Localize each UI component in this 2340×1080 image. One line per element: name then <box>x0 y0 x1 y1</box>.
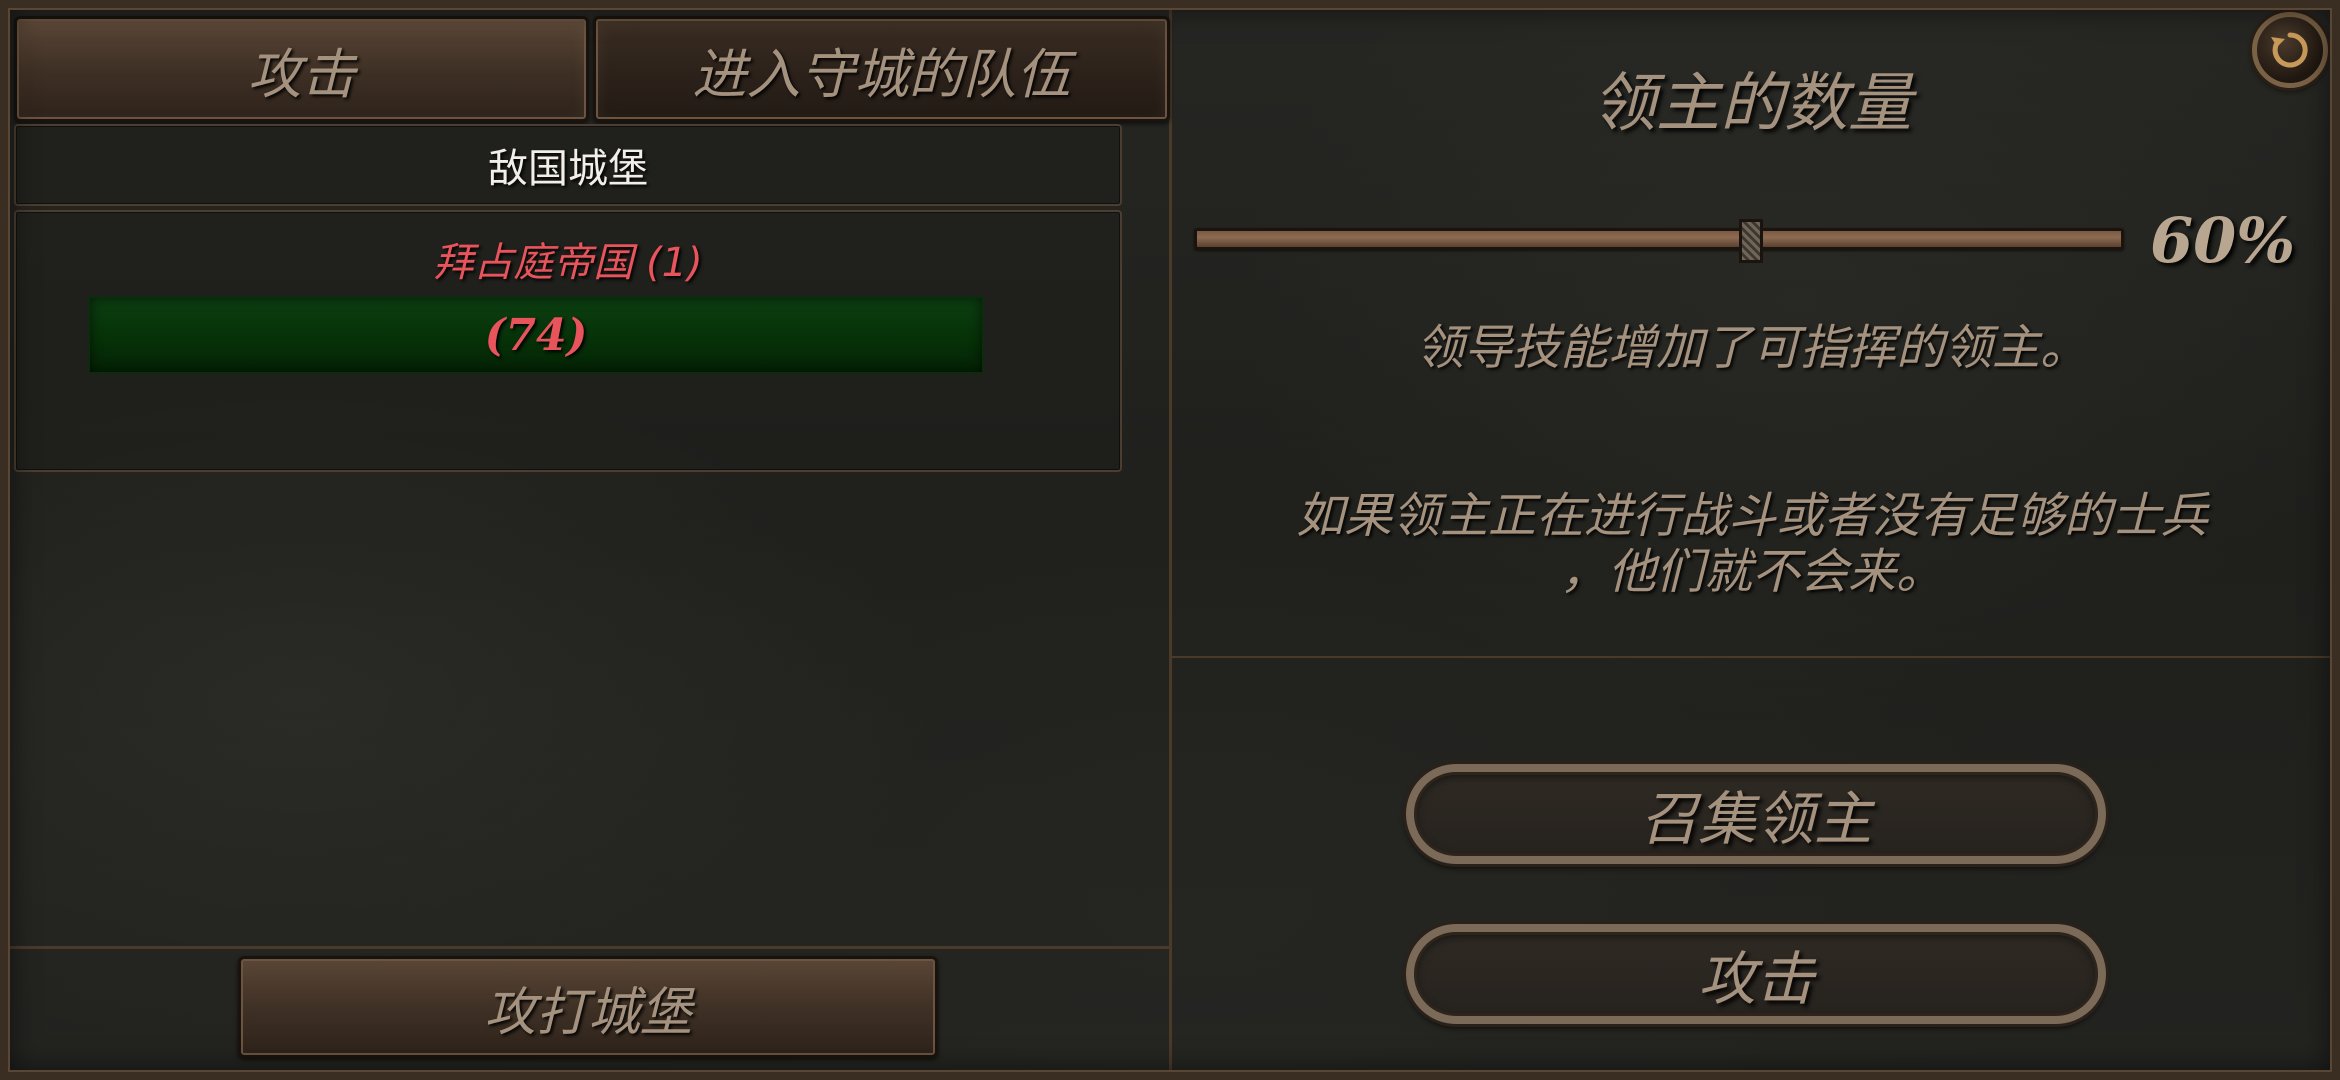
left-panel: 攻击 进入守城的队伍 敌国城堡 拜占庭帝国 (1) (74) 攻打城堡 <box>8 8 1172 1072</box>
summon-lords-button[interactable]: 召集领主 <box>1406 764 2106 864</box>
divider <box>1172 656 2332 658</box>
enemy-castle-header: 敌国城堡 <box>14 124 1122 206</box>
divider <box>8 946 1172 949</box>
refresh-button[interactable] <box>2252 12 2328 88</box>
faction-name: 拜占庭帝国 (1) <box>433 240 703 286</box>
attack-button[interactable]: 攻击 <box>1406 924 2106 1024</box>
attack-castle-button[interactable]: 攻打城堡 <box>238 956 938 1058</box>
right-panel: 领主的数量 60% 领导技能增加了可指挥的领主。 如果领主正在进行战斗或者没有足… <box>1172 8 2332 1072</box>
slider-value: 60% <box>2150 204 2296 277</box>
leadership-info: 领导技能增加了可指挥的领主。 <box>1415 320 2088 376</box>
troop-count: (74) <box>484 309 588 361</box>
refresh-icon <box>2271 32 2308 68</box>
warning-line-1: 如果领主正在进行战斗或者没有足够的士兵 <box>1295 488 2208 544</box>
slider-handle[interactable] <box>1739 219 1764 263</box>
tab-enter-defense-party[interactable]: 进入守城的队伍 <box>593 16 1170 122</box>
lords-slider[interactable] <box>1194 219 2124 263</box>
warning-info: 如果领主正在进行战斗或者没有足够的士兵 ，他们就不会来。 <box>1182 488 2322 600</box>
warning-line-2: ，他们就不会来。 <box>1559 544 1944 600</box>
lords-count-title: 领主的数量 <box>1592 67 1912 141</box>
enemy-castle-label: 敌国城堡 <box>488 146 648 192</box>
enemy-faction-box: 拜占庭帝国 (1) (74) <box>14 210 1122 472</box>
troop-count-bar[interactable]: (74) <box>88 296 984 374</box>
tab-attack[interactable]: 攻击 <box>14 16 589 122</box>
